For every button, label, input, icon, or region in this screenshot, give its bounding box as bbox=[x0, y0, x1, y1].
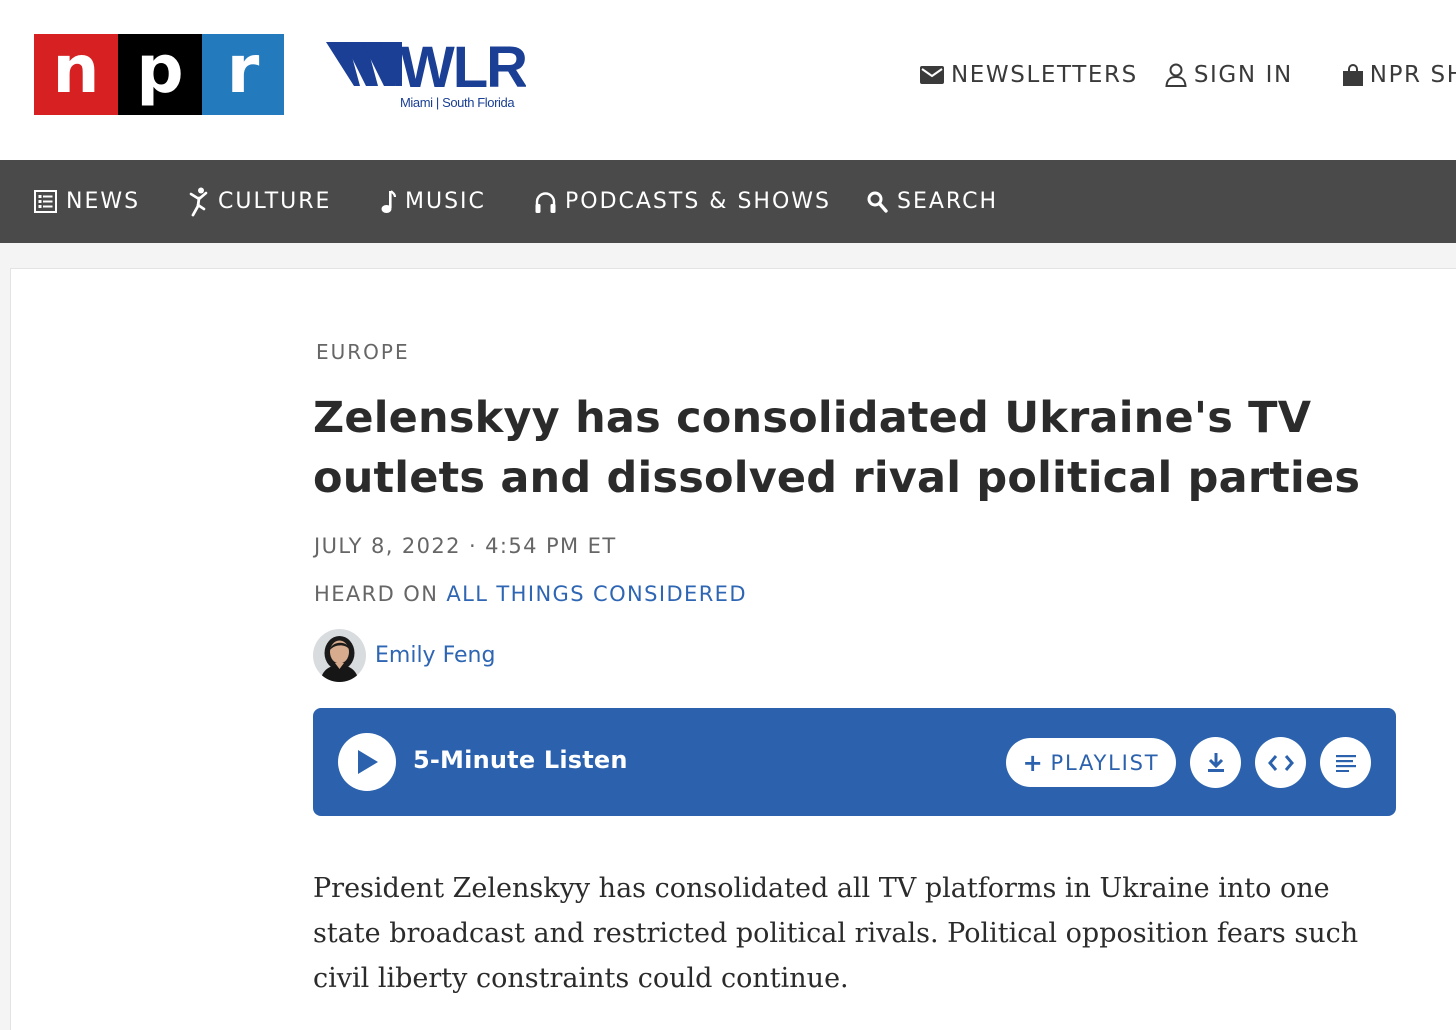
newsletters-label: NEWSLETTERS bbox=[951, 62, 1138, 88]
download-icon bbox=[1207, 752, 1224, 772]
header-utility-links: NEWSLETTERS SIGN IN NPR SHOP bbox=[920, 60, 1456, 90]
play-icon bbox=[358, 750, 378, 774]
playlist-label: PLAYLIST bbox=[1050, 750, 1160, 775]
nav-item-podcasts-shows[interactable]: PODCASTS & SHOWS bbox=[535, 160, 831, 243]
npr-logo-r: r bbox=[202, 34, 284, 115]
music-note-icon bbox=[381, 189, 396, 213]
author-link[interactable]: Emily Feng bbox=[375, 643, 495, 668]
sign-in-label: SIGN IN bbox=[1193, 62, 1293, 88]
nav-item-search[interactable]: SEARCH bbox=[867, 160, 998, 243]
envelope-icon bbox=[920, 66, 944, 84]
article-dateline: JULY 8, 2022 · 4:54 PM ET bbox=[314, 534, 617, 558]
transcript-button[interactable] bbox=[1320, 737, 1371, 788]
author-avatar[interactable] bbox=[313, 629, 366, 682]
plus-icon: + bbox=[1022, 748, 1045, 777]
listen-duration: 5-Minute Listen bbox=[413, 746, 628, 774]
nav-label-music: MUSIC bbox=[405, 189, 486, 214]
nav-label-news: NEWS bbox=[66, 189, 141, 214]
section-kicker[interactable]: EUROPE bbox=[316, 340, 410, 364]
npr-logo-n: n bbox=[34, 34, 118, 115]
byline: Emily Feng bbox=[313, 629, 495, 682]
nav-label-podcasts-shows: PODCASTS & SHOWS bbox=[565, 189, 831, 214]
wlrn-logo-text: WLRN bbox=[400, 38, 526, 100]
embed-icon bbox=[1267, 754, 1294, 771]
npr-logo[interactable]: n p r bbox=[34, 34, 284, 115]
heard-on: HEARD ON ALL THINGS CONSIDERED bbox=[314, 582, 747, 606]
user-icon bbox=[1165, 63, 1187, 87]
nav-item-culture[interactable]: CULTURE bbox=[189, 160, 331, 243]
heard-on-show-link[interactable]: ALL THINGS CONSIDERED bbox=[446, 582, 747, 606]
headphones-icon bbox=[535, 191, 556, 213]
dancer-icon bbox=[189, 187, 208, 216]
play-button[interactable] bbox=[338, 733, 396, 791]
shopping-bag-icon bbox=[1342, 64, 1363, 86]
newsletters-link[interactable]: NEWSLETTERS bbox=[920, 60, 1138, 90]
npr-shop-link[interactable]: NPR SHOP bbox=[1342, 60, 1456, 90]
site-header: n p r WLRN Miami | South Florida NEWSLET… bbox=[0, 0, 1456, 160]
embed-button[interactable] bbox=[1255, 737, 1306, 788]
newspaper-icon bbox=[34, 190, 57, 213]
npr-logo-p: p bbox=[118, 34, 202, 115]
wlrn-subtitle: Miami | South Florida bbox=[400, 95, 515, 110]
nav-item-news[interactable]: NEWS bbox=[34, 160, 140, 243]
add-to-playlist-button[interactable]: + PLAYLIST bbox=[1006, 738, 1176, 787]
audio-player: 5-Minute Listen + PLAYLIST bbox=[313, 708, 1396, 816]
npr-shop-label: NPR SHOP bbox=[1369, 62, 1456, 88]
nav-item-music[interactable]: MUSIC bbox=[380, 160, 486, 243]
main-nav: NEWS CULTURE MUSIC PODCASTS & SHOWS SEAR… bbox=[0, 160, 1456, 243]
transcript-icon bbox=[1335, 754, 1356, 772]
heard-on-label: HEARD ON bbox=[314, 582, 439, 606]
nav-label-search: SEARCH bbox=[897, 189, 999, 214]
download-button[interactable] bbox=[1190, 737, 1241, 788]
article-headline: Zelenskyy has consolidated Ukraine's TV … bbox=[313, 393, 1361, 503]
nav-label-culture: CULTURE bbox=[218, 189, 332, 214]
sign-in-link[interactable]: SIGN IN bbox=[1165, 60, 1293, 90]
search-icon bbox=[867, 191, 888, 213]
article-teaser: President Zelenskyy has consolidated all… bbox=[313, 873, 1359, 994]
